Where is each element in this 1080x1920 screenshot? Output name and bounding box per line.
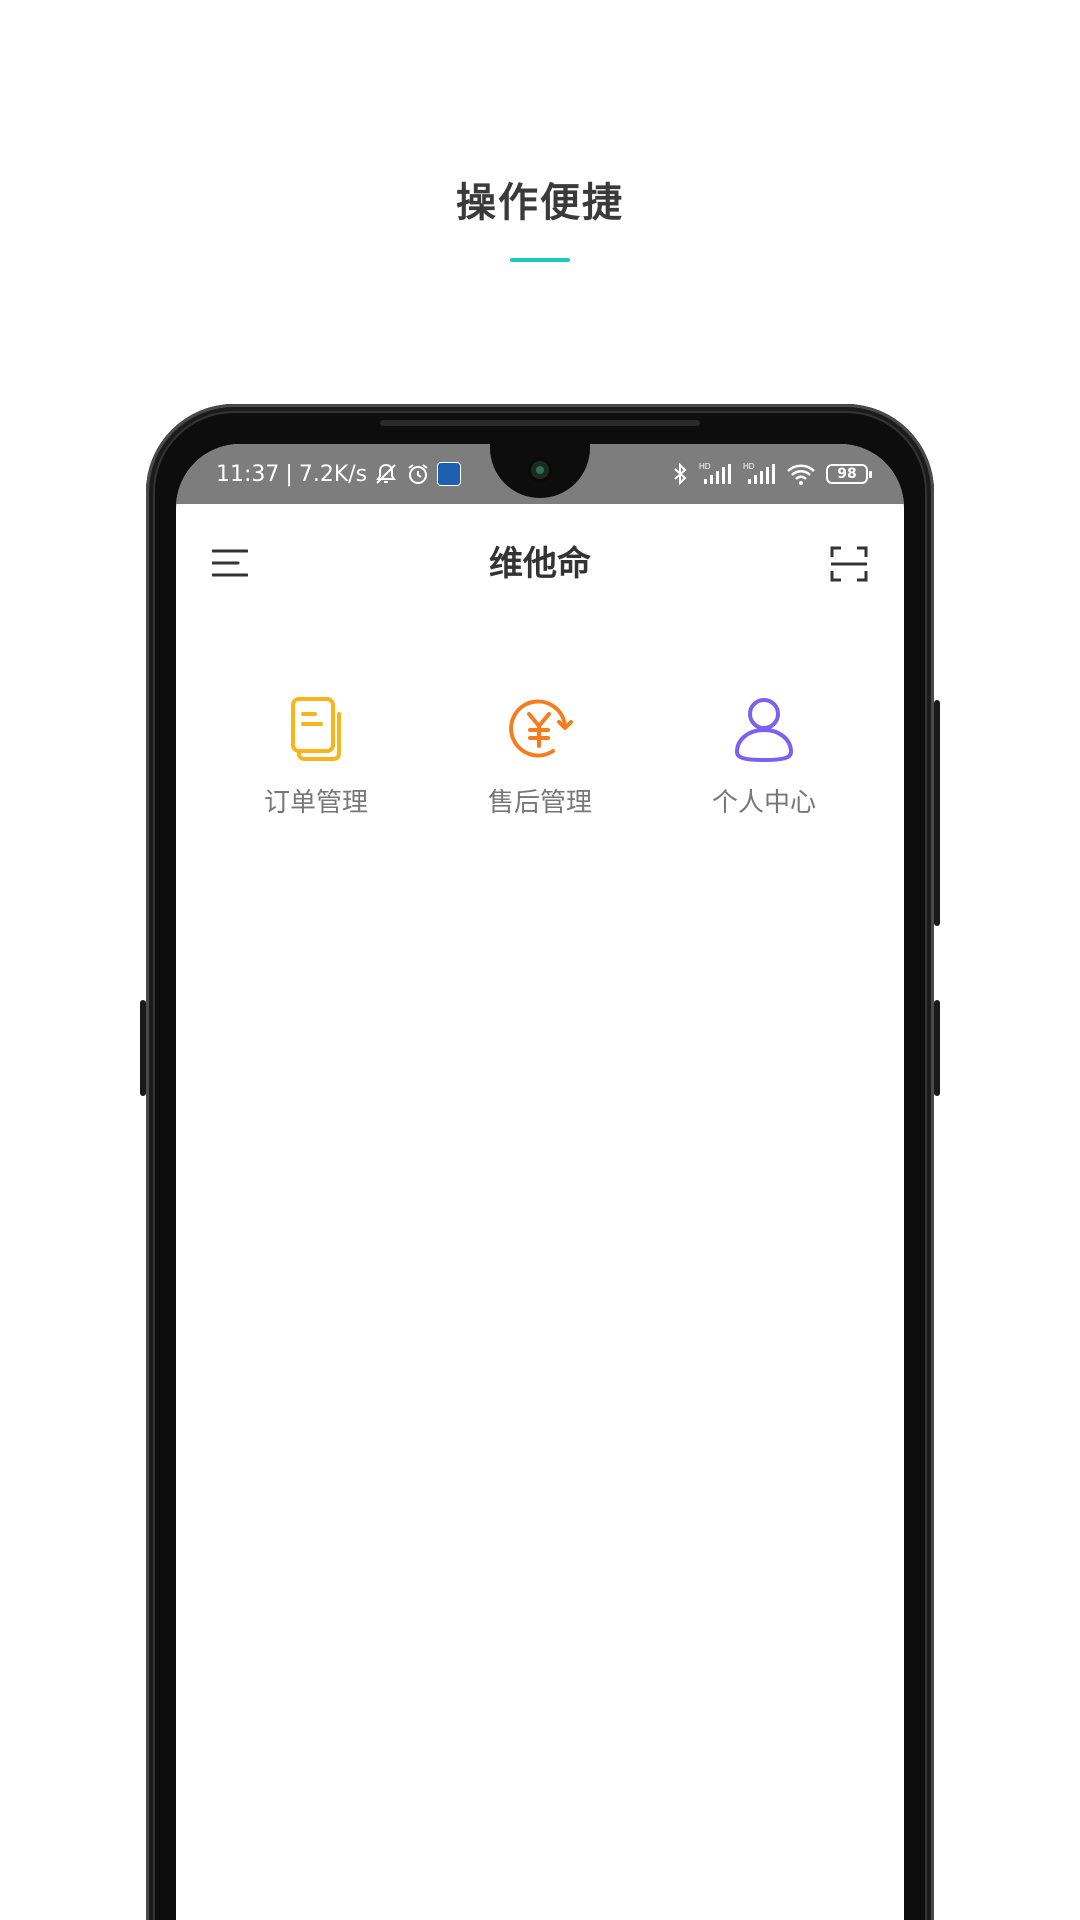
- quick-entries: 订单管理 售后管理 个人中心: [176, 694, 904, 834]
- entry-personal-center[interactable]: 个人中心: [664, 694, 864, 834]
- svg-text:HD: HD: [743, 462, 755, 471]
- alarm-icon: [405, 461, 431, 487]
- front-camera: [527, 457, 553, 483]
- app-notification-icon: [437, 462, 462, 486]
- order-document-icon: [281, 694, 351, 764]
- status-bar-right: HD HD 98: [672, 458, 872, 490]
- status-separator: |: [285, 461, 293, 487]
- menu-icon[interactable]: [211, 548, 249, 578]
- promo-title: 操作便捷: [456, 180, 624, 226]
- battery-level: 98: [837, 466, 857, 482]
- app-title: 维他命: [489, 544, 591, 584]
- entry-personal-center-label: 个人中心: [711, 788, 816, 818]
- promo-title-underline: [510, 258, 570, 262]
- status-bar-left: 11:37 | 7.2K/s: [216, 458, 462, 490]
- wifi-icon: [786, 461, 816, 487]
- scan-icon[interactable]: [830, 546, 868, 582]
- hd-signal-icon: HD: [698, 461, 732, 487]
- mute-notification-icon: [373, 461, 399, 487]
- yen-refund-icon: [505, 694, 575, 764]
- status-net-speed: 7.2K/s: [298, 461, 368, 487]
- battery-icon: 98: [826, 464, 872, 484]
- svg-text:HD: HD: [699, 462, 711, 471]
- bluetooth-icon: [672, 461, 688, 487]
- status-time: 11:37: [216, 461, 280, 487]
- phone-power-button: [934, 700, 940, 926]
- entry-order-management[interactable]: 订单管理: [216, 694, 416, 834]
- app-header: 维他命: [176, 504, 904, 624]
- entry-after-sales-management[interactable]: 售后管理: [440, 694, 640, 834]
- hd-signal-icon: HD: [742, 461, 776, 487]
- phone-screen: 11:37 | 7.2K/s HD HD 98 维他命 订单管理 售后管理 个人…: [176, 444, 904, 1920]
- person-icon: [729, 694, 799, 764]
- promo-page: 操作便捷 11:37 | 7.2K/s HD HD 98 维他命 订单管理 售后…: [0, 0, 1080, 1920]
- phone-side-button: [934, 1000, 940, 1096]
- entry-after-sales-management-label: 售后管理: [487, 788, 592, 818]
- phone-earpiece: [380, 420, 700, 426]
- entry-order-management-label: 订单管理: [263, 788, 368, 818]
